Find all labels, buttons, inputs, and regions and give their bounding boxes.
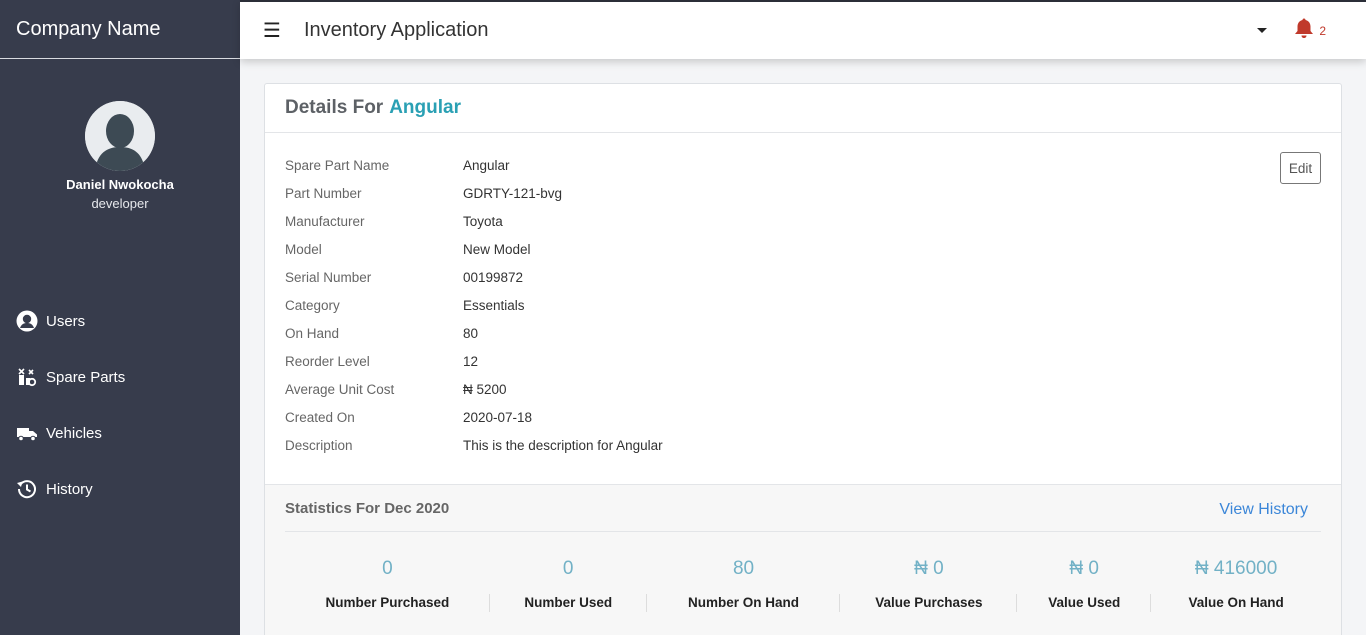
- stat-item: ₦ 0 Value Used: [1017, 532, 1152, 612]
- sidebar-nav: Users Spare Parts Vehicles History: [0, 293, 240, 517]
- detail-row: Description This is the description for A…: [285, 431, 1321, 459]
- detail-row: Serial Number 00199872: [285, 263, 1321, 291]
- detail-label: Serial Number: [285, 269, 372, 285]
- menu-icon[interactable]: ☰: [263, 18, 281, 43]
- sidebar-item-label: History: [46, 480, 93, 498]
- stat-item: ₦ 0 Value Purchases: [840, 532, 1018, 612]
- detail-value: 12: [463, 353, 479, 369]
- sidebar-item-label: Vehicles: [46, 424, 102, 442]
- statistics-header: Statistics For Dec 2020 View History: [285, 485, 1321, 532]
- detail-label: Part Number: [285, 185, 362, 201]
- sidebar-item-spare-parts[interactable]: Spare Parts: [0, 349, 240, 405]
- detail-value: 80: [463, 325, 479, 341]
- detail-value: Angular: [463, 157, 510, 173]
- detail-row: Reorder Level 12: [285, 347, 1321, 375]
- statistics-title: Statistics For Dec 2020: [285, 499, 450, 517]
- bell-icon: [1294, 17, 1314, 44]
- detail-row: On Hand 80: [285, 319, 1321, 347]
- detail-value: GDRTY-121-bvg: [463, 185, 563, 201]
- avatar: [85, 101, 155, 171]
- sidebar-item-label: Users: [46, 312, 86, 330]
- detail-value: Toyota: [463, 213, 503, 229]
- details-section: Spare Part Name Angular Part Number GDRTY-1…: [265, 133, 1341, 485]
- detail-label: Reorder Level: [285, 353, 370, 369]
- truck-icon: [16, 422, 38, 444]
- card-title-part-name: Angular: [389, 97, 461, 118]
- statistics-row: 0 Number Purchased 0 Number Used 80 Number On…: [285, 532, 1321, 612]
- sidebar-item-users[interactable]: Users: [0, 293, 240, 349]
- stat-value: ₦ 416000: [1194, 558, 1278, 579]
- detail-row: Created On 2020-07-18: [285, 403, 1321, 431]
- stat-label: Value Purchases: [875, 595, 983, 610]
- detail-label: Spare Part Name: [285, 157, 390, 173]
- user-role: developer: [91, 196, 149, 211]
- stat-value: 0: [562, 558, 574, 579]
- detail-value: 2020-07-18: [463, 409, 533, 425]
- detail-label: Created On: [285, 409, 355, 425]
- user-circle-icon: [16, 310, 38, 332]
- view-history-link[interactable]: View History: [1219, 501, 1308, 519]
- stat-value: 0: [382, 558, 393, 579]
- detail-label: Average Unit Cost: [285, 381, 395, 397]
- detail-value: 00199872: [463, 269, 524, 285]
- detail-label: Description: [285, 437, 353, 453]
- edit-button[interactable]: Edit: [1280, 152, 1321, 184]
- notification-count-badge: 2: [1319, 23, 1326, 38]
- card-title-prefix: Details For: [285, 97, 384, 118]
- detail-label: Model: [285, 241, 322, 257]
- app-title: Inventory Application: [303, 19, 489, 41]
- notifications-button[interactable]: 2: [1294, 17, 1326, 44]
- brand-name[interactable]: Company Name: [0, 0, 240, 59]
- topbar-actions: 2: [1257, 17, 1326, 44]
- sidebar-item-label: Spare Parts: [46, 368, 126, 386]
- history-icon: [16, 478, 38, 500]
- detail-value: This is the description for Angular: [463, 437, 663, 453]
- stat-label: Number Purchased: [325, 595, 450, 610]
- stat-label: Value Used: [1048, 595, 1121, 610]
- sidebar-item-vehicles[interactable]: Vehicles: [0, 405, 240, 461]
- topbar: ☰ Inventory Application 2: [240, 0, 1366, 59]
- details-list: Spare Part Name Angular Part Number GDRTY-1…: [285, 155, 1321, 459]
- stat-value: 80: [732, 558, 755, 579]
- stat-value: ₦ 0: [1069, 558, 1099, 579]
- stat-label: Value On Hand: [1188, 595, 1284, 610]
- chevron-down-icon[interactable]: [1257, 28, 1268, 33]
- stat-label: Number On Hand: [688, 595, 800, 610]
- part-details-card: Details For Angular Spare Part Name Angul…: [264, 83, 1342, 635]
- detail-row: Spare Part Name Angular: [285, 155, 1321, 175]
- sidebar-item-history[interactable]: History: [0, 461, 240, 517]
- stat-value: ₦ 0: [914, 558, 944, 579]
- detail-row: Part Number GDRTY-121-bvg: [285, 179, 1321, 207]
- stat-item: 0 Number Purchased: [285, 532, 490, 612]
- stat-label: Number Used: [524, 595, 613, 610]
- statistics-section: Statistics For Dec 2020 View History 0 Nu…: [265, 485, 1341, 635]
- detail-row: Model New Model: [285, 235, 1321, 263]
- detail-row: Average Unit Cost ₦ 5200: [285, 375, 1321, 403]
- detail-row: Manufacturer Toyota: [285, 207, 1321, 235]
- sidebar: Company Name Daniel Nwokocha developer U…: [0, 0, 240, 635]
- spare-parts-icon: [16, 366, 38, 388]
- stat-item: ₦ 416000 Value On Hand: [1151, 532, 1321, 610]
- stat-item: 80 Number On Hand: [647, 532, 841, 612]
- detail-value: Essentials: [463, 297, 525, 313]
- user-name: Daniel Nwokocha: [66, 177, 174, 192]
- detail-label: Category: [285, 297, 340, 313]
- detail-value: ₦ 5200: [463, 381, 507, 397]
- user-profile: Daniel Nwokocha developer: [0, 59, 240, 211]
- detail-row: Category Essentials: [285, 291, 1321, 319]
- detail-value: New Model: [463, 241, 531, 257]
- detail-label: On Hand: [285, 325, 340, 341]
- stat-item: 0 Number Used: [490, 532, 647, 612]
- detail-label: Manufacturer: [285, 213, 365, 229]
- card-header: Details For Angular: [265, 84, 1341, 133]
